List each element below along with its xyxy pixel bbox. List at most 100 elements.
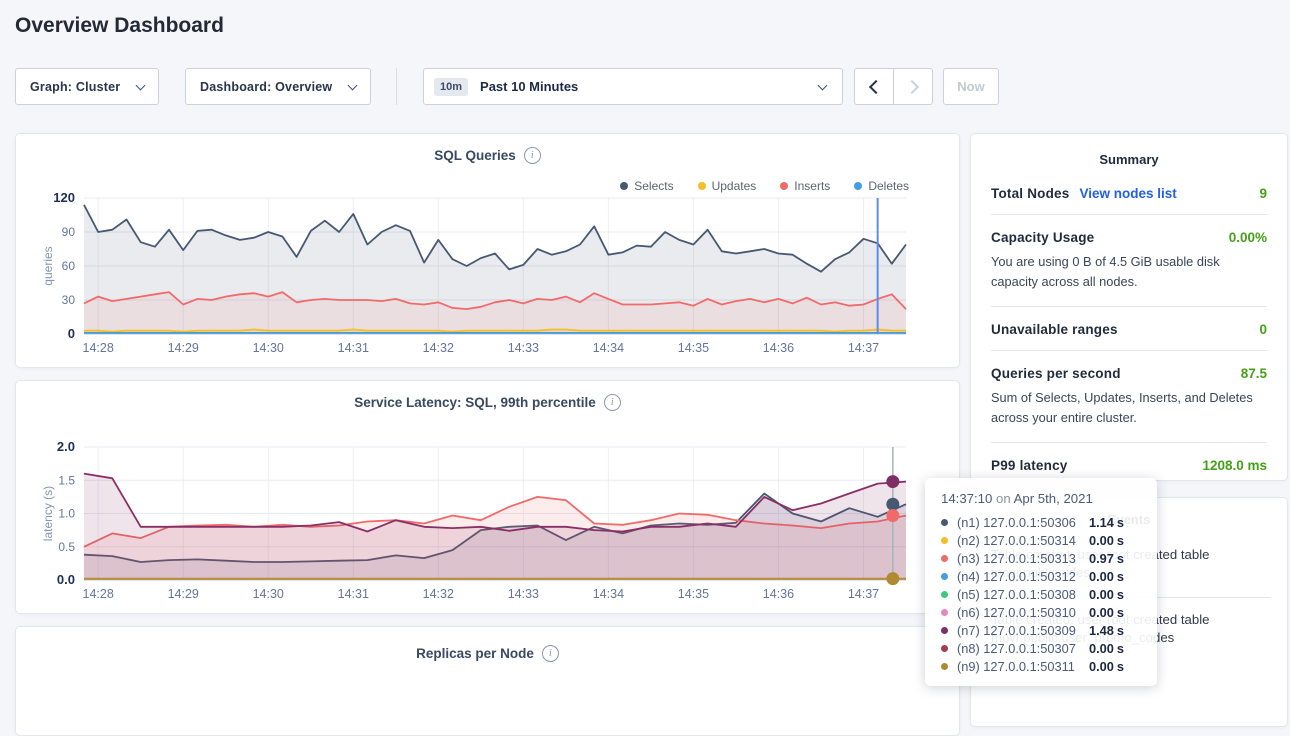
summary-value: 87.5 — [1241, 366, 1267, 381]
svg-text:14:36: 14:36 — [763, 341, 794, 355]
svg-text:120: 120 — [53, 190, 75, 205]
toolbar-divider — [396, 68, 397, 105]
svg-text:queries: queries — [41, 246, 55, 285]
tooltip-row: (n9) 127.0.0.1:503110.00s — [941, 657, 1143, 675]
tooltip-node-latency: 0.00 — [1089, 659, 1114, 674]
summary-row: Total Nodes View nodes list 9 — [991, 171, 1267, 215]
time-forward-button[interactable] — [893, 68, 933, 105]
tooltip-timestamp: 14:37:10 on Apr 5th, 2021 — [941, 491, 1143, 506]
svg-text:14:30: 14:30 — [253, 341, 284, 355]
info-icon[interactable]: i — [542, 645, 559, 662]
replicas-per-node-title: Replicas per Node i — [16, 645, 959, 662]
summary-description: You are using 0 B of 4.5 GiB usable disk… — [991, 252, 1267, 293]
tooltip-node-address: (n6) 127.0.0.1:50310 — [957, 605, 1087, 620]
svg-text:14:32: 14:32 — [423, 587, 454, 601]
svg-text:14:37: 14:37 — [848, 341, 879, 355]
time-back-button[interactable] — [854, 68, 894, 105]
tooltip-node-address: (n7) 127.0.0.1:50309 — [957, 623, 1087, 638]
summary-value: 1208.0 ms — [1202, 458, 1267, 473]
svg-text:14:29: 14:29 — [168, 341, 199, 355]
svg-text:1.0: 1.0 — [58, 507, 75, 521]
summary-value: 9 — [1259, 186, 1267, 201]
tooltip-node-address: (n9) 127.0.0.1:50311 — [957, 659, 1087, 674]
dashboard-dropdown[interactable]: Dashboard: Overview — [185, 68, 371, 105]
summary-label: Queries per second — [991, 366, 1121, 381]
summary-title: Summary — [971, 134, 1287, 171]
replicas-per-node-panel: Replicas per Node i — [15, 626, 960, 736]
tooltip-node-latency: 1.48 — [1089, 623, 1114, 638]
svg-text:14:31: 14:31 — [338, 341, 369, 355]
svg-text:14:34: 14:34 — [593, 587, 624, 601]
summary-label: Total Nodes — [991, 186, 1069, 201]
tooltip-node-address: (n1) 127.0.0.1:50306 — [957, 515, 1087, 530]
svg-text:14:31: 14:31 — [338, 587, 369, 601]
toolbar: Graph: Cluster Dashboard: Overview 10m P… — [15, 68, 999, 105]
svg-text:14:29: 14:29 — [168, 587, 199, 601]
tooltip-row: (n8) 127.0.0.1:503070.00s — [941, 639, 1143, 657]
time-nav — [854, 68, 933, 105]
svg-text:60: 60 — [62, 259, 76, 273]
node-color-dot-icon — [941, 627, 948, 634]
dashboard-dropdown-label: Dashboard: Overview — [200, 80, 332, 94]
tooltip-row: (n6) 127.0.0.1:503100.00s — [941, 603, 1143, 621]
summary-panel: Summary Total Nodes View nodes list 9 Capac… — [970, 133, 1288, 481]
chevron-right-icon — [904, 79, 918, 93]
summary-description: Sum of Selects, Updates, Inserts, and De… — [991, 388, 1267, 429]
chevron-down-icon — [136, 80, 146, 90]
tooltip-row: (n7) 127.0.0.1:503091.48s — [941, 621, 1143, 639]
svg-text:14:32: 14:32 — [423, 341, 454, 355]
chart-hover-tooltip: 14:37:10 on Apr 5th, 2021 (n1) 127.0.0.1… — [925, 478, 1157, 686]
sql-queries-chart[interactable]: 14:2814:2914:3014:3114:3214:3314:3414:35… — [16, 134, 959, 367]
tooltip-node-latency: 0.97 — [1089, 551, 1114, 566]
summary-row: Queries per second 87.5 Sum of Selects, Up… — [991, 351, 1267, 443]
node-color-dot-icon — [941, 519, 948, 526]
overview-dashboard-page: Overview Dashboard Graph: Cluster Dashbo… — [0, 0, 1290, 689]
chevron-down-icon — [348, 80, 358, 90]
tooltip-node-address: (n5) 127.0.0.1:50308 — [957, 587, 1087, 602]
svg-text:14:36: 14:36 — [763, 587, 794, 601]
tooltip-node-latency: 0.00 — [1089, 533, 1114, 548]
tooltip-node-address: (n3) 127.0.0.1:50313 — [957, 551, 1087, 566]
svg-text:30: 30 — [62, 293, 76, 307]
tooltip-row: (n5) 127.0.0.1:503080.00s — [941, 585, 1143, 603]
svg-text:14:33: 14:33 — [508, 341, 539, 355]
node-color-dot-icon — [941, 645, 948, 652]
svg-text:14:30: 14:30 — [253, 587, 284, 601]
node-color-dot-icon — [941, 573, 948, 580]
time-range-selector[interactable]: 10m Past 10 Minutes — [423, 68, 843, 105]
graph-dropdown[interactable]: Graph: Cluster — [15, 68, 159, 105]
summary-value: 0 — [1259, 322, 1267, 337]
page-title: Overview Dashboard — [15, 14, 224, 38]
tooltip-node-latency: 0.00 — [1089, 605, 1114, 620]
tooltip-row: (n4) 127.0.0.1:503120.00s — [941, 567, 1143, 585]
node-color-dot-icon — [941, 537, 948, 544]
summary-row: Unavailable ranges0 — [991, 307, 1267, 351]
svg-text:1.5: 1.5 — [58, 473, 75, 487]
svg-text:0.5: 0.5 — [58, 540, 75, 554]
time-range-label: Past 10 Minutes — [480, 79, 578, 94]
svg-text:90: 90 — [62, 225, 76, 239]
svg-text:14:35: 14:35 — [678, 341, 709, 355]
now-button[interactable]: Now — [943, 68, 999, 105]
node-color-dot-icon — [941, 555, 948, 562]
summary-value: 0.00% — [1229, 230, 1267, 245]
tooltip-row: (n3) 127.0.0.1:503130.97s — [941, 549, 1143, 567]
view-nodes-link[interactable]: View nodes list — [1079, 186, 1176, 201]
tooltip-node-address: (n2) 127.0.0.1:50314 — [957, 533, 1087, 548]
summary-label: Capacity Usage — [991, 230, 1094, 245]
tooltip-node-address: (n4) 127.0.0.1:50312 — [957, 569, 1087, 584]
time-range-badge: 10m — [434, 78, 468, 96]
tooltip-node-latency: 0.00 — [1089, 641, 1114, 656]
svg-text:14:37: 14:37 — [848, 587, 879, 601]
service-latency-panel: Service Latency: SQL, 99th percentile i … — [15, 380, 960, 614]
svg-text:14:34: 14:34 — [593, 341, 624, 355]
summary-row: Capacity Usage 0.00% You are using 0 B of … — [991, 215, 1267, 307]
node-color-dot-icon — [941, 591, 948, 598]
service-latency-chart[interactable]: 14:2814:2914:3014:3114:3214:3314:3414:35… — [16, 381, 959, 613]
node-color-dot-icon — [941, 663, 948, 670]
sql-queries-panel: SQL Queries i SelectsUpdatesInsertsDelet… — [15, 133, 960, 368]
tooltip-node-latency: 0.00 — [1089, 587, 1114, 602]
chevron-left-icon — [868, 79, 882, 93]
summary-rows: Total Nodes View nodes list 9 Capacity Usag… — [971, 171, 1287, 486]
svg-text:0.0: 0.0 — [57, 572, 75, 587]
